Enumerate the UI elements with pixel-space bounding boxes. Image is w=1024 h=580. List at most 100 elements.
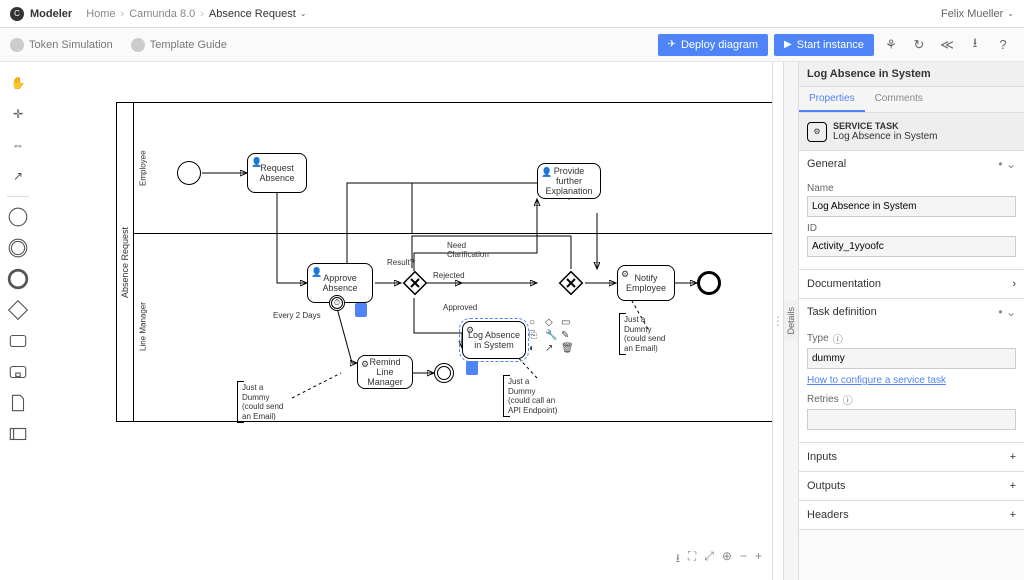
ctx-gateway-icon[interactable]: ◇	[545, 317, 559, 328]
logo-icon: C	[10, 7, 24, 21]
retries-input[interactable]	[807, 409, 1016, 430]
gateway-icon[interactable]	[7, 299, 29, 321]
type-input[interactable]	[807, 348, 1016, 369]
section-general-header[interactable]: General• ⌄	[799, 151, 1024, 177]
properties-title: Log Absence in System	[799, 62, 1024, 87]
play-icon: ▶	[784, 39, 792, 50]
space-tool-icon[interactable]: ⇔	[7, 134, 29, 156]
section-headers[interactable]: Headers+	[799, 501, 1024, 530]
flow-approved-label: Approved	[443, 303, 477, 312]
section-inputs[interactable]: Inputs+	[799, 443, 1024, 472]
chevron-down-icon[interactable]: ⌄	[1007, 9, 1014, 18]
section-task-def-header[interactable]: Task definition• ⌄	[799, 299, 1024, 325]
flow-clarification-label: Need Clarification	[447, 241, 493, 259]
ctx-event-icon[interactable]: ○	[529, 317, 543, 328]
breadcrumb-diagram[interactable]: Absence Request	[209, 8, 296, 20]
details-side-tab[interactable]: Details	[784, 301, 798, 341]
ctx-task-icon[interactable]: ▭	[561, 317, 575, 328]
gateway-result-label: Result?	[387, 258, 414, 267]
task-provide-explanation[interactable]: 👤Provide further Explanation	[537, 163, 601, 199]
start-event[interactable]	[177, 161, 201, 185]
intermediate-end-event[interactable]	[434, 363, 454, 383]
toolbar: Token Simulation Template Guide ✈Deploy …	[0, 28, 1024, 62]
zoom-in-icon[interactable]: +	[755, 549, 762, 570]
context-pad[interactable]: ○◇▭ ⎘🔧✎ ◐↗🗑	[529, 317, 575, 354]
reset-icon[interactable]: ⊕	[722, 549, 732, 570]
gateway-result[interactable]	[401, 269, 429, 297]
service-task-icon: ⚙	[807, 122, 827, 142]
ctx-append-icon[interactable]: ✎	[561, 330, 575, 341]
pool[interactable]: Absence Request Employee Line Manager	[116, 102, 772, 422]
lane-employee: Employee	[134, 103, 152, 233]
download-icon[interactable]: ⭳	[964, 34, 986, 56]
section-outputs[interactable]: Outputs+	[799, 472, 1024, 501]
gateway-merge[interactable]	[557, 269, 585, 297]
tab-comments[interactable]: Comments	[865, 87, 933, 112]
ctx-color-icon[interactable]: ◐	[529, 343, 543, 354]
lane-line-manager: Line Manager	[134, 233, 152, 421]
panel-resize-handle[interactable]: ⋮	[773, 62, 783, 580]
connect-tool-icon[interactable]: ↗	[7, 165, 29, 187]
tab-properties[interactable]: Properties	[799, 87, 865, 112]
participant-icon[interactable]	[7, 423, 29, 445]
type-label: Typeⓘ	[807, 331, 1016, 346]
task-icon[interactable]	[7, 330, 29, 352]
info-icon[interactable]: ⓘ	[843, 392, 853, 407]
end-event[interactable]	[697, 271, 721, 295]
annotation-dummy-api[interactable]: Just a Dummy (could call an API Endpoint…	[503, 375, 563, 417]
intermediate-event-icon[interactable]	[7, 237, 29, 259]
align-icon[interactable]: ⭳	[676, 549, 680, 570]
history-icon[interactable]: ↻	[908, 34, 930, 56]
breadcrumb-home[interactable]: Home	[86, 8, 115, 20]
end-event-icon[interactable]	[7, 268, 29, 290]
id-input[interactable]	[807, 236, 1016, 257]
gear-icon: ⚙	[466, 325, 474, 336]
task-notify-employee[interactable]: ⚙Notify Employee	[617, 265, 675, 301]
hand-tool-icon[interactable]: ✋	[7, 72, 29, 94]
start-instance-button[interactable]: ▶Start instance	[774, 34, 874, 56]
zoom-out-icon[interactable]: −	[740, 549, 747, 570]
user-icon: 👤	[541, 167, 552, 178]
ctx-replace-icon[interactable]: 🔧	[545, 330, 559, 341]
help-link[interactable]: How to configure a service task	[807, 375, 1016, 386]
canvas[interactable]: Absence Request Employee Line Manager	[36, 62, 772, 580]
breadcrumb-project[interactable]: Camunda 8.0	[129, 8, 195, 20]
info-icon[interactable]: ⓘ	[833, 331, 843, 346]
expand-icon[interactable]: ⤢	[704, 549, 714, 570]
template-guide-toggle[interactable]: Template Guide	[131, 38, 227, 52]
user-menu[interactable]: Felix Mueller	[941, 8, 1003, 20]
element-palette: ✋ ✛ ⇔ ↗	[0, 62, 36, 580]
ctx-connect-icon[interactable]: ↗	[545, 343, 559, 354]
flow-rejected-label: Rejected	[433, 271, 465, 280]
share-icon[interactable]: ≪	[936, 34, 958, 56]
section-general: General• ⌄ Name ID	[799, 151, 1024, 270]
annotation-dummy-email-1[interactable]: Just a Dummy (could send an Email)	[237, 381, 297, 423]
name-input[interactable]	[807, 196, 1016, 217]
form-marker-icon	[355, 303, 367, 317]
user-icon: 👤	[311, 267, 322, 278]
user-icon: 👤	[251, 157, 262, 168]
task-remind-manager[interactable]: ⚙Remind Line Manager	[357, 355, 413, 389]
fit-icon[interactable]: ⛶	[688, 549, 696, 570]
task-log-absence[interactable]: ⚙Log Absence in System	[462, 321, 526, 359]
deploy-button[interactable]: ✈Deploy diagram	[658, 34, 768, 56]
token-simulation-toggle[interactable]: Token Simulation	[10, 38, 113, 52]
help-icon[interactable]: ?	[992, 34, 1014, 56]
task-request-absence[interactable]: 👤Request Absence	[247, 153, 307, 193]
ctx-annotation-icon[interactable]: ⎘	[529, 330, 543, 341]
section-documentation[interactable]: Documentation›	[799, 270, 1024, 299]
properties-panel: Log Absence in System Properties Comment…	[798, 62, 1024, 580]
separator	[7, 196, 29, 197]
timer-boundary-event[interactable]: ⏱	[329, 295, 345, 311]
collaborate-icon[interactable]: ⚘	[880, 34, 902, 56]
chevron-down-icon[interactable]: ⌄	[300, 9, 307, 18]
start-event-icon[interactable]	[7, 206, 29, 228]
ctx-delete-icon[interactable]: 🗑	[561, 343, 575, 354]
pool-label[interactable]: Absence Request	[116, 102, 134, 422]
lasso-tool-icon[interactable]: ✛	[7, 103, 29, 125]
subprocess-icon[interactable]	[7, 361, 29, 383]
timer-label: Every 2 Days	[273, 311, 321, 320]
data-object-icon[interactable]	[7, 392, 29, 414]
annotation-dummy-email-2[interactable]: Just a Dummy (could send an Email)	[619, 313, 679, 355]
gear-icon: ⚙	[361, 359, 369, 370]
